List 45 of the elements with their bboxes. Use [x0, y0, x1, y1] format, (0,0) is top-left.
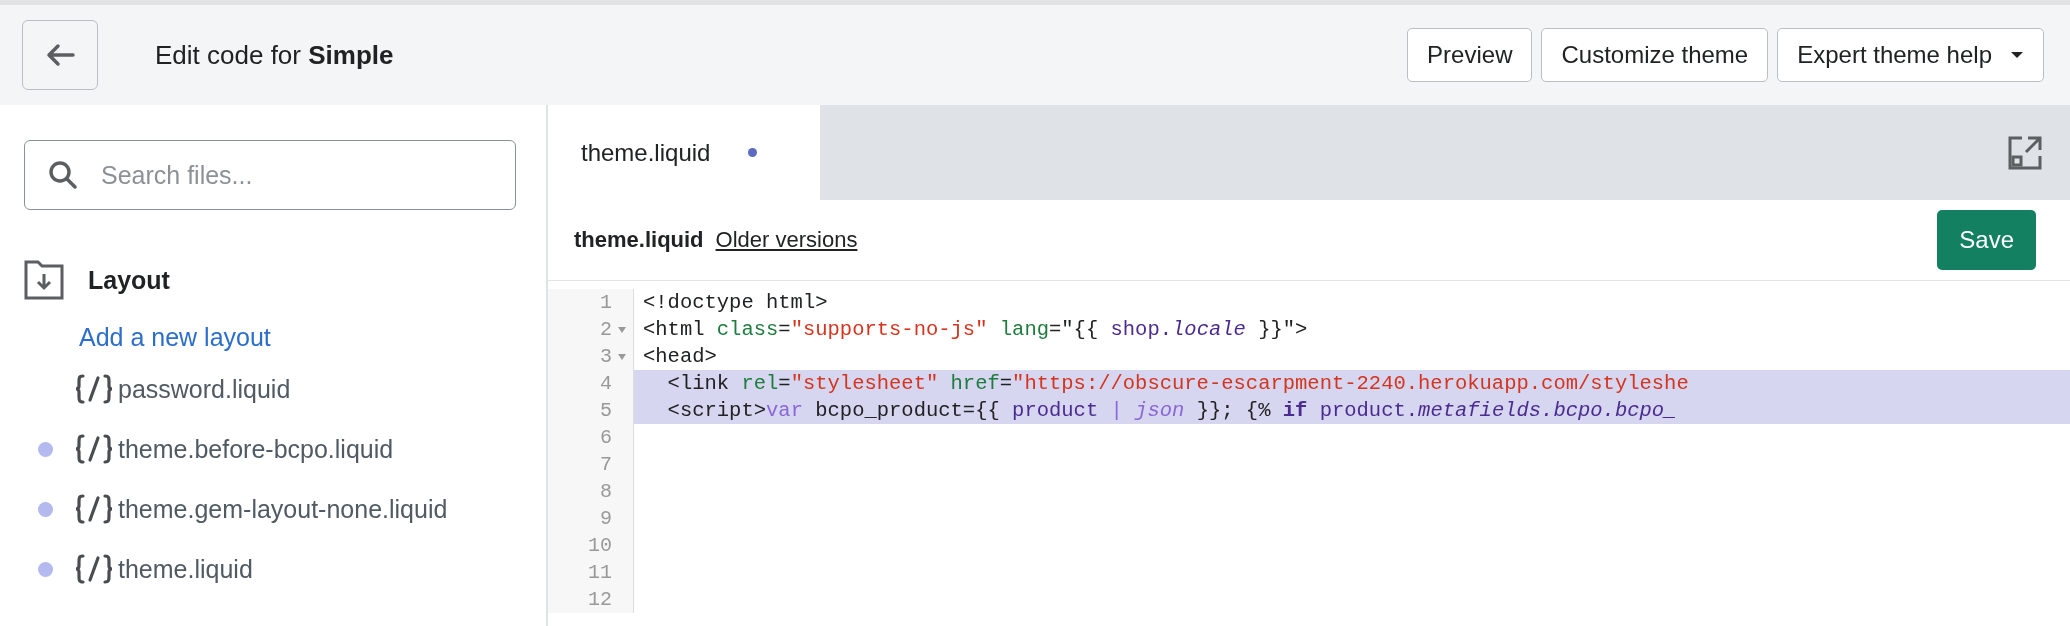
expand-icon[interactable] [2008, 135, 2042, 170]
code-line: <head> [643, 345, 717, 368]
code-line: <html class="supports-no-js" lang="{{ shop.locale }}"> [643, 318, 1308, 341]
line-number: 3 [600, 344, 612, 370]
fold-arrow-icon[interactable] [617, 352, 627, 361]
line-number: 9 [600, 506, 612, 532]
line-number: 5 [600, 398, 612, 424]
save-button[interactable]: Save [1937, 210, 2036, 270]
code-file-icon [74, 554, 114, 584]
line-number: 11 [588, 560, 612, 586]
back-arrow-icon [45, 43, 75, 67]
file-tab[interactable]: theme.liquid [548, 105, 820, 200]
code-line: <link rel="stylesheet" href="https://obscure-escarpment-2240.herokuapp.com/styleshe [666, 372, 1689, 395]
file-name-heading: theme.liquid [574, 227, 704, 253]
code-line: <script>var bcpo_product={{ product | json }}; {% if product.metafields.bcpo.bcpo_ [666, 399, 1677, 422]
line-number: 8 [600, 479, 612, 505]
code-file-icon [74, 434, 114, 464]
file-name[interactable]: theme.before-bcpo.liquid [118, 434, 394, 464]
search-icon [48, 160, 78, 190]
back-button[interactable] [22, 20, 98, 90]
line-number: 12 [588, 587, 612, 613]
folder-name: Layout [88, 265, 170, 295]
file-name[interactable]: theme.liquid [118, 554, 253, 584]
line-number: 1 [600, 290, 612, 316]
code-line: <!doctype html> [643, 291, 828, 314]
dropdown-button[interactable]: Expert theme help [1777, 28, 2044, 82]
line-number: 7 [600, 452, 612, 478]
line-number: 6 [600, 425, 612, 451]
code-file-icon [74, 374, 114, 404]
older-versions-link[interactable]: Older versions [715, 227, 1926, 253]
line-number: 10 [588, 533, 612, 559]
header-button[interactable]: Preview [1407, 28, 1533, 82]
caret-icon [2010, 51, 2024, 59]
folder-icon [24, 260, 64, 300]
fold-arrow-icon[interactable] [617, 325, 627, 334]
search-field[interactable]: Search files... [24, 140, 516, 210]
header-button[interactable]: Customize theme [1541, 28, 1769, 82]
code-file-icon [74, 494, 114, 524]
line-number: 4 [600, 371, 612, 397]
page-title: Edit code for Simple [155, 39, 395, 71]
add-layout-link[interactable]: Add a new layout [79, 315, 546, 359]
line-number: 2 [600, 317, 612, 343]
file-name[interactable]: theme.gem-layout-none.liquid [118, 494, 448, 524]
tab-label: theme.liquid [581, 138, 711, 167]
file-name[interactable]: password.liquid [118, 374, 291, 404]
